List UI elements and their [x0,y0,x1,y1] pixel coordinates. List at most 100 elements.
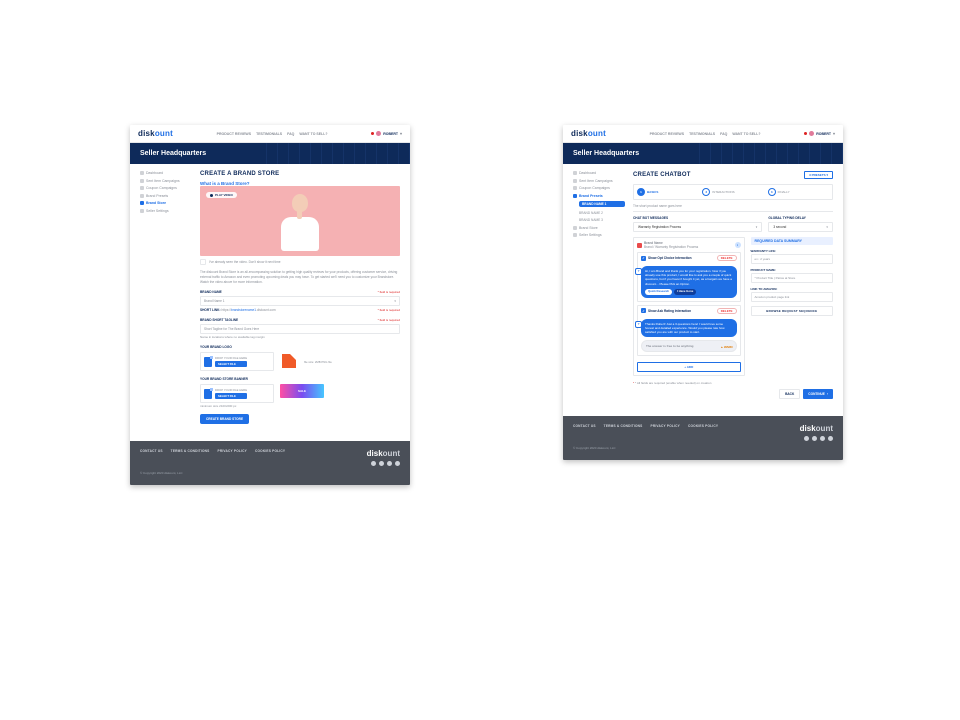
warranty-input[interactable]: ex.: 2 years [751,254,833,264]
shortlink-value[interactable]: brandstorename1 [231,308,256,312]
side-dashboard[interactable]: Dashboard [140,171,192,175]
delete-button[interactable]: DELETE [717,255,737,261]
presets-button[interactable]: 3 PRESETS ▾ [804,171,833,179]
back-button[interactable]: BACK [779,389,800,399]
footer-terms[interactable]: TERMS & CONDITIONS [604,424,643,428]
amazonlink-input[interactable]: Amazon product page link [751,292,833,302]
chip-have-gone[interactable]: I Have Gone [674,289,696,295]
youtube-icon[interactable] [395,461,400,466]
footer: CONTACT US TERMS & CONDITIONS PRIVACY PO… [130,441,410,485]
facebook-icon[interactable] [371,461,376,466]
store-icon [573,226,577,230]
side-sub-brand3[interactable]: BRAND NAME 3 [579,218,625,222]
hero-pattern [256,143,410,164]
bot-bubble[interactable]: ? Hi, I am Brand and thank you for your … [641,266,737,298]
logo-upload[interactable]: DROP YOUR FILE HERE SELECT FILE [200,352,274,371]
nav-testimonials[interactable]: TESTIMONIALS [689,132,715,136]
show-toggle[interactable]: ✓ [641,308,646,313]
section-title: CREATE CHATBOT [633,172,691,178]
add-interaction-button[interactable]: + ADD [637,362,741,372]
seen-video-checkbox[interactable] [200,259,206,265]
nav-faq[interactable]: FAQ [720,132,727,136]
create-brand-store-button[interactable]: CREATE BRAND STORE [200,414,249,424]
delay-select[interactable]: 3 second▾ [768,222,833,232]
nav-product-reviews[interactable]: PRODUCT REVIEWS [650,132,684,136]
chatmsg-select[interactable]: Warranty Registration Process▾ [633,222,762,232]
youtube-icon[interactable] [828,436,833,441]
side-coupon-campaigns[interactable]: Coupon Campaigns [573,186,625,190]
grid-icon [573,171,577,175]
side-sent-campaigns[interactable]: Sent Item Campaigns [573,179,625,183]
product-subnote: The short product name goes here [633,204,833,212]
step-interactions[interactable]: 2INTERACTIONS [702,188,763,196]
send-icon [573,179,577,183]
social-icons [800,436,833,441]
footer-cookies[interactable]: COOKIES POLICY [688,424,718,428]
help-icon[interactable]: ? [635,321,642,328]
nav-want-to-sell[interactable]: WANT TO SELL? [299,132,327,136]
productname-input[interactable]: * Product Title | Patios at Store [751,273,833,283]
info-icon[interactable]: i [735,242,741,248]
logo[interactable]: diskount [571,129,606,138]
logo-preview [280,352,298,370]
footer-contact[interactable]: CONTACT US [140,449,163,453]
block-title: Show Ask Rating Interaction [648,309,691,313]
brandname-select[interactable]: Brand Name 1▾ [200,296,400,306]
side-seller-settings[interactable]: Seller Settings [140,209,192,213]
shortlink-required: * field is required [378,308,400,312]
footer-privacy[interactable]: PRIVACY POLICY [218,449,247,453]
instagram-icon[interactable] [387,461,392,466]
tag-icon [573,186,577,190]
chip-quick-research[interactable]: Quick Research [645,289,672,295]
logo[interactable]: diskount [138,129,173,138]
side-coupon-campaigns[interactable]: Coupon Campaigns [140,186,192,190]
footer-privacy[interactable]: PRIVACY POLICY [651,424,680,428]
footer-contact[interactable]: CONTACT US [573,424,596,428]
side-sub-brand2[interactable]: BRAND NAME 2 [579,211,625,215]
play-button[interactable]: PLAY VIDEO [206,192,237,198]
side-brand-presets[interactable]: Brand Presets [573,194,625,198]
chevron-down-icon: ▾ [833,131,835,136]
step-finally[interactable]: 3FINALLY [768,188,829,196]
continue-button[interactable]: CONTINUE [803,389,833,399]
select-file-button[interactable]: SELECT FILE [215,393,247,399]
banner-upload[interactable]: DROP YOUR FILE HERE SELECT FILE [200,384,274,403]
show-toggle[interactable]: ✓ [641,256,646,261]
side-brand-presets[interactable]: Brand Presets [140,194,192,198]
block-title: Show Opt Choice Interaction [648,256,692,260]
browse-sequence-button[interactable]: BROWSE REQUEST SEQUENCE [751,306,833,316]
user-bubble[interactable]: The answer is free to be anything ▲ WARN [641,340,737,352]
user-menu[interactable]: ROBERT ▾ [371,131,402,136]
step-basics[interactable]: 1BASICS [637,188,698,196]
intro-video[interactable]: PLAY VIDEO [200,186,400,256]
seen-video-row[interactable]: I've already seen the video. Don't show … [200,259,400,265]
hero: Seller Headquarters [130,143,410,164]
twitter-icon[interactable] [812,436,817,441]
side-sub-brand1[interactable]: BRAND NAME 1 [579,201,625,207]
mock-brand-store: diskount PRODUCT REVIEWS TESTIMONIALS FA… [130,125,410,485]
tagline-input[interactable]: Short Tagline for The Brand Goes Here [200,324,400,334]
delete-button[interactable]: DELETE [717,308,737,314]
facebook-icon[interactable] [804,436,809,441]
side-brand-store[interactable]: Brand Store [573,226,625,230]
side-seller-settings[interactable]: Seller Settings [573,233,625,237]
instagram-icon[interactable] [820,436,825,441]
nav-testimonials[interactable]: TESTIMONIALS [256,132,282,136]
side-brand-store[interactable]: Brand Store [140,201,192,205]
topnav: PRODUCT REVIEWS TESTIMONIALS FAQ WANT TO… [650,132,761,136]
side-sent-campaigns[interactable]: Sent Item Campaigns [140,179,192,183]
nav-product-reviews[interactable]: PRODUCT REVIEWS [217,132,251,136]
footer-cookies[interactable]: COOKIES POLICY [255,449,285,453]
help-icon[interactable]: ? [635,268,642,275]
select-file-button[interactable]: SELECT FILE [215,361,247,367]
nav-faq[interactable]: FAQ [287,132,294,136]
nav-want-to-sell[interactable]: WANT TO SELL? [732,132,760,136]
twitter-icon[interactable] [379,461,384,466]
brandname-label: BRAND NAME [200,290,222,294]
gear-icon [140,209,144,213]
user-menu[interactable]: ROBERT ▾ [804,131,835,136]
logo-label: YOUR BRAND LOGO [200,345,232,349]
bot-bubble[interactable]: ? Thanks Robert! Just a 3 questions here… [641,319,737,338]
footer-terms[interactable]: TERMS & CONDITIONS [171,449,210,453]
side-dashboard[interactable]: Dashboard [573,171,625,175]
